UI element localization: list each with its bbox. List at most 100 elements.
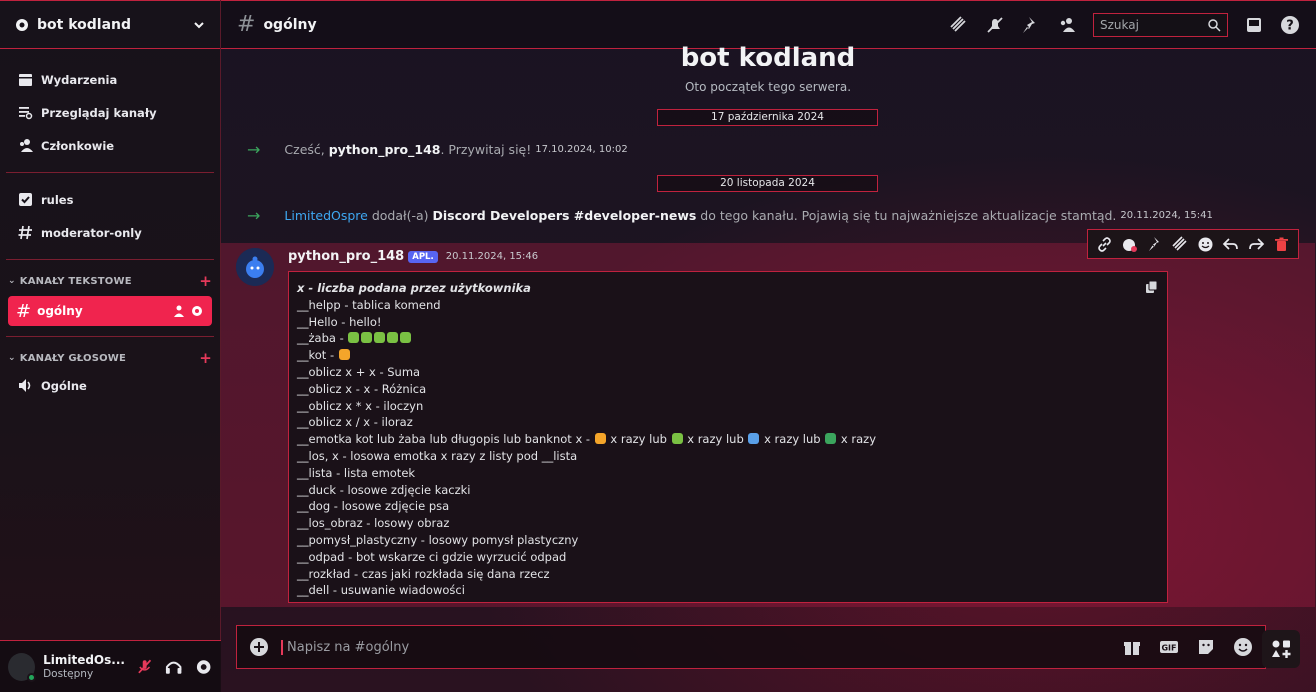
channel-label: ogólny bbox=[37, 304, 83, 318]
join-arrow-icon: → bbox=[247, 140, 261, 159]
message-line: __pomysł_plastyczny - losowy pomysł plas… bbox=[297, 532, 579, 547]
message-line: __duck - losowe zdjęcie kaczki bbox=[297, 482, 471, 497]
system-message-welcome: → Cześć, python_pro_148 . Przywitaj się!… bbox=[247, 140, 628, 159]
sidebar-item-label: Wydarzenia bbox=[41, 72, 118, 87]
category-label: KANAŁY GŁOSOWE bbox=[19, 352, 127, 364]
message-line: __los, x - losowa emotka x razy z listy … bbox=[297, 448, 578, 463]
channel-ogolny[interactable]: # ogólny bbox=[8, 296, 212, 326]
hash-icon bbox=[18, 225, 32, 240]
frog-emoji-icon bbox=[348, 332, 360, 344]
create-thread-icon[interactable] bbox=[1172, 235, 1189, 253]
rules-checkbox-icon bbox=[19, 193, 32, 206]
sidebar-item-browse-channels[interactable]: Przeglądaj kanały bbox=[0, 96, 220, 129]
threads-icon[interactable] bbox=[949, 15, 969, 35]
reply-icon[interactable] bbox=[1222, 236, 1239, 253]
pin-icon[interactable] bbox=[1021, 15, 1041, 35]
frog-emoji-icon bbox=[361, 332, 373, 344]
settings-gear-icon[interactable] bbox=[194, 657, 213, 677]
add-channel-icon[interactable]: + bbox=[199, 349, 212, 367]
sys-user-link[interactable]: python_pro_148 bbox=[329, 142, 441, 157]
app-badge: APL. bbox=[408, 250, 438, 263]
message-input[interactable] bbox=[281, 639, 1105, 655]
speaker-icon bbox=[19, 379, 31, 392]
mark-unread-icon[interactable] bbox=[1121, 236, 1138, 253]
voice-channel-ogolne[interactable]: Ogólne bbox=[0, 369, 220, 402]
sidebar-item-events[interactable]: Wydarzenia bbox=[0, 63, 220, 96]
message-timestamp: 20.11.2024, 15:46 bbox=[445, 251, 539, 262]
message-line: __lista - lista emotek bbox=[297, 465, 416, 480]
apps-button[interactable] bbox=[1262, 630, 1300, 668]
user-info[interactable]: LimitedOs... Dostępny bbox=[43, 653, 125, 681]
invite-icon[interactable] bbox=[172, 304, 186, 318]
hash-icon: # bbox=[237, 12, 256, 37]
server-header[interactable]: bot kodland bbox=[0, 0, 220, 49]
message-line-text: x razy lub bbox=[606, 432, 671, 447]
copy-link-icon[interactable] bbox=[1096, 236, 1113, 253]
search-placeholder: Szukaj bbox=[1100, 17, 1139, 32]
frog-emoji-icon bbox=[400, 332, 412, 344]
server-name: bot kodland bbox=[37, 16, 132, 33]
sidebar-item-rules[interactable]: rules bbox=[0, 183, 220, 216]
sticker-icon[interactable] bbox=[1196, 637, 1216, 657]
sidebar-divider bbox=[6, 172, 214, 173]
sidebar-item-label: moderator-only bbox=[41, 225, 142, 240]
help-icon[interactable]: ? bbox=[1280, 15, 1300, 35]
message-line: __kot - bbox=[297, 347, 1159, 364]
delete-icon[interactable] bbox=[1273, 236, 1290, 253]
message-line: x - liczba podana przez użytkownika bbox=[297, 281, 531, 295]
apps-icon bbox=[1272, 640, 1291, 658]
pin-icon[interactable] bbox=[1147, 236, 1164, 253]
emoji-picker-icon[interactable] bbox=[1233, 637, 1253, 657]
add-reaction-icon[interactable] bbox=[1197, 236, 1214, 253]
message-author[interactable]: python_pro_148 bbox=[288, 249, 404, 264]
gif-icon[interactable]: GIF bbox=[1159, 637, 1179, 657]
message-line: __emotka kot lub żaba lub długopis lub b… bbox=[297, 431, 1159, 448]
message-line-text: x razy lub bbox=[760, 432, 825, 447]
bot-avatar-icon bbox=[236, 248, 274, 286]
svg-text:GIF: GIF bbox=[1161, 644, 1176, 653]
notifications-muted-icon[interactable] bbox=[985, 15, 1005, 35]
gear-icon[interactable] bbox=[190, 304, 204, 318]
add-attachment-icon[interactable] bbox=[249, 637, 269, 657]
sys-suffix: do tego kanału. Pojawią się tu najważnie… bbox=[696, 208, 1117, 223]
add-channel-icon[interactable]: + bbox=[199, 272, 212, 290]
chevron-down-icon[interactable] bbox=[192, 18, 206, 32]
user-status: Dostępny bbox=[43, 667, 94, 680]
hash-icon: # bbox=[16, 300, 32, 322]
sidebar-item-members[interactable]: Członkowie bbox=[0, 129, 220, 162]
headphones-icon[interactable] bbox=[164, 657, 183, 677]
forward-icon[interactable] bbox=[1248, 236, 1265, 253]
message-line: __Hello - hello! bbox=[297, 314, 382, 329]
gift-icon[interactable] bbox=[1122, 637, 1142, 657]
inbox-icon[interactable] bbox=[1244, 15, 1264, 35]
message-header: python_pro_148 APL. 20.11.2024, 15:46 bbox=[288, 249, 538, 264]
sys-user-link[interactable]: LimitedOspre bbox=[284, 208, 367, 223]
mute-microphone-icon[interactable] bbox=[135, 657, 154, 677]
avatar[interactable] bbox=[236, 248, 274, 286]
message-line-text: x razy bbox=[837, 432, 876, 447]
cat-emoji-icon bbox=[338, 349, 350, 361]
copy-icon[interactable] bbox=[1145, 280, 1159, 294]
message-line: __oblicz x * x - iloczyn bbox=[297, 398, 424, 413]
member-list-icon[interactable] bbox=[1057, 15, 1077, 35]
message-timestamp: 20.11.2024, 15:41 bbox=[1120, 210, 1213, 221]
sys-suffix: . Przywitaj się! bbox=[440, 142, 532, 157]
status-indicator bbox=[27, 672, 37, 682]
message-line: __dell - usuwanie wiadowości bbox=[297, 583, 465, 598]
banknote-emoji-icon bbox=[825, 433, 837, 445]
search-input[interactable]: Szukaj bbox=[1093, 12, 1228, 37]
category-text-channels[interactable]: ⌄ KANAŁY TEKSTOWE + bbox=[0, 270, 220, 292]
chevron-down-icon: ⌄ bbox=[8, 276, 16, 286]
message-line: __helpp - tablica komend bbox=[297, 297, 441, 312]
frog-emoji-icon bbox=[671, 433, 683, 445]
voice-channel-label: Ogólne bbox=[41, 378, 87, 393]
avatar[interactable] bbox=[8, 652, 37, 682]
join-arrow-icon: → bbox=[247, 206, 261, 225]
sidebar-item-moderator-only[interactable]: moderator-only bbox=[0, 216, 220, 249]
pen-emoji-icon bbox=[748, 433, 760, 445]
sys-middle: dodał(-a) bbox=[367, 208, 433, 223]
frog-emoji-icon bbox=[387, 332, 399, 344]
category-voice-channels[interactable]: ⌄ KANAŁY GŁOSOWE + bbox=[0, 347, 220, 369]
sidebar-nav: Wydarzenia Przeglądaj kanały Członkowie … bbox=[0, 49, 220, 402]
sys-channel-link[interactable]: Discord Developers #developer-news bbox=[432, 208, 696, 223]
